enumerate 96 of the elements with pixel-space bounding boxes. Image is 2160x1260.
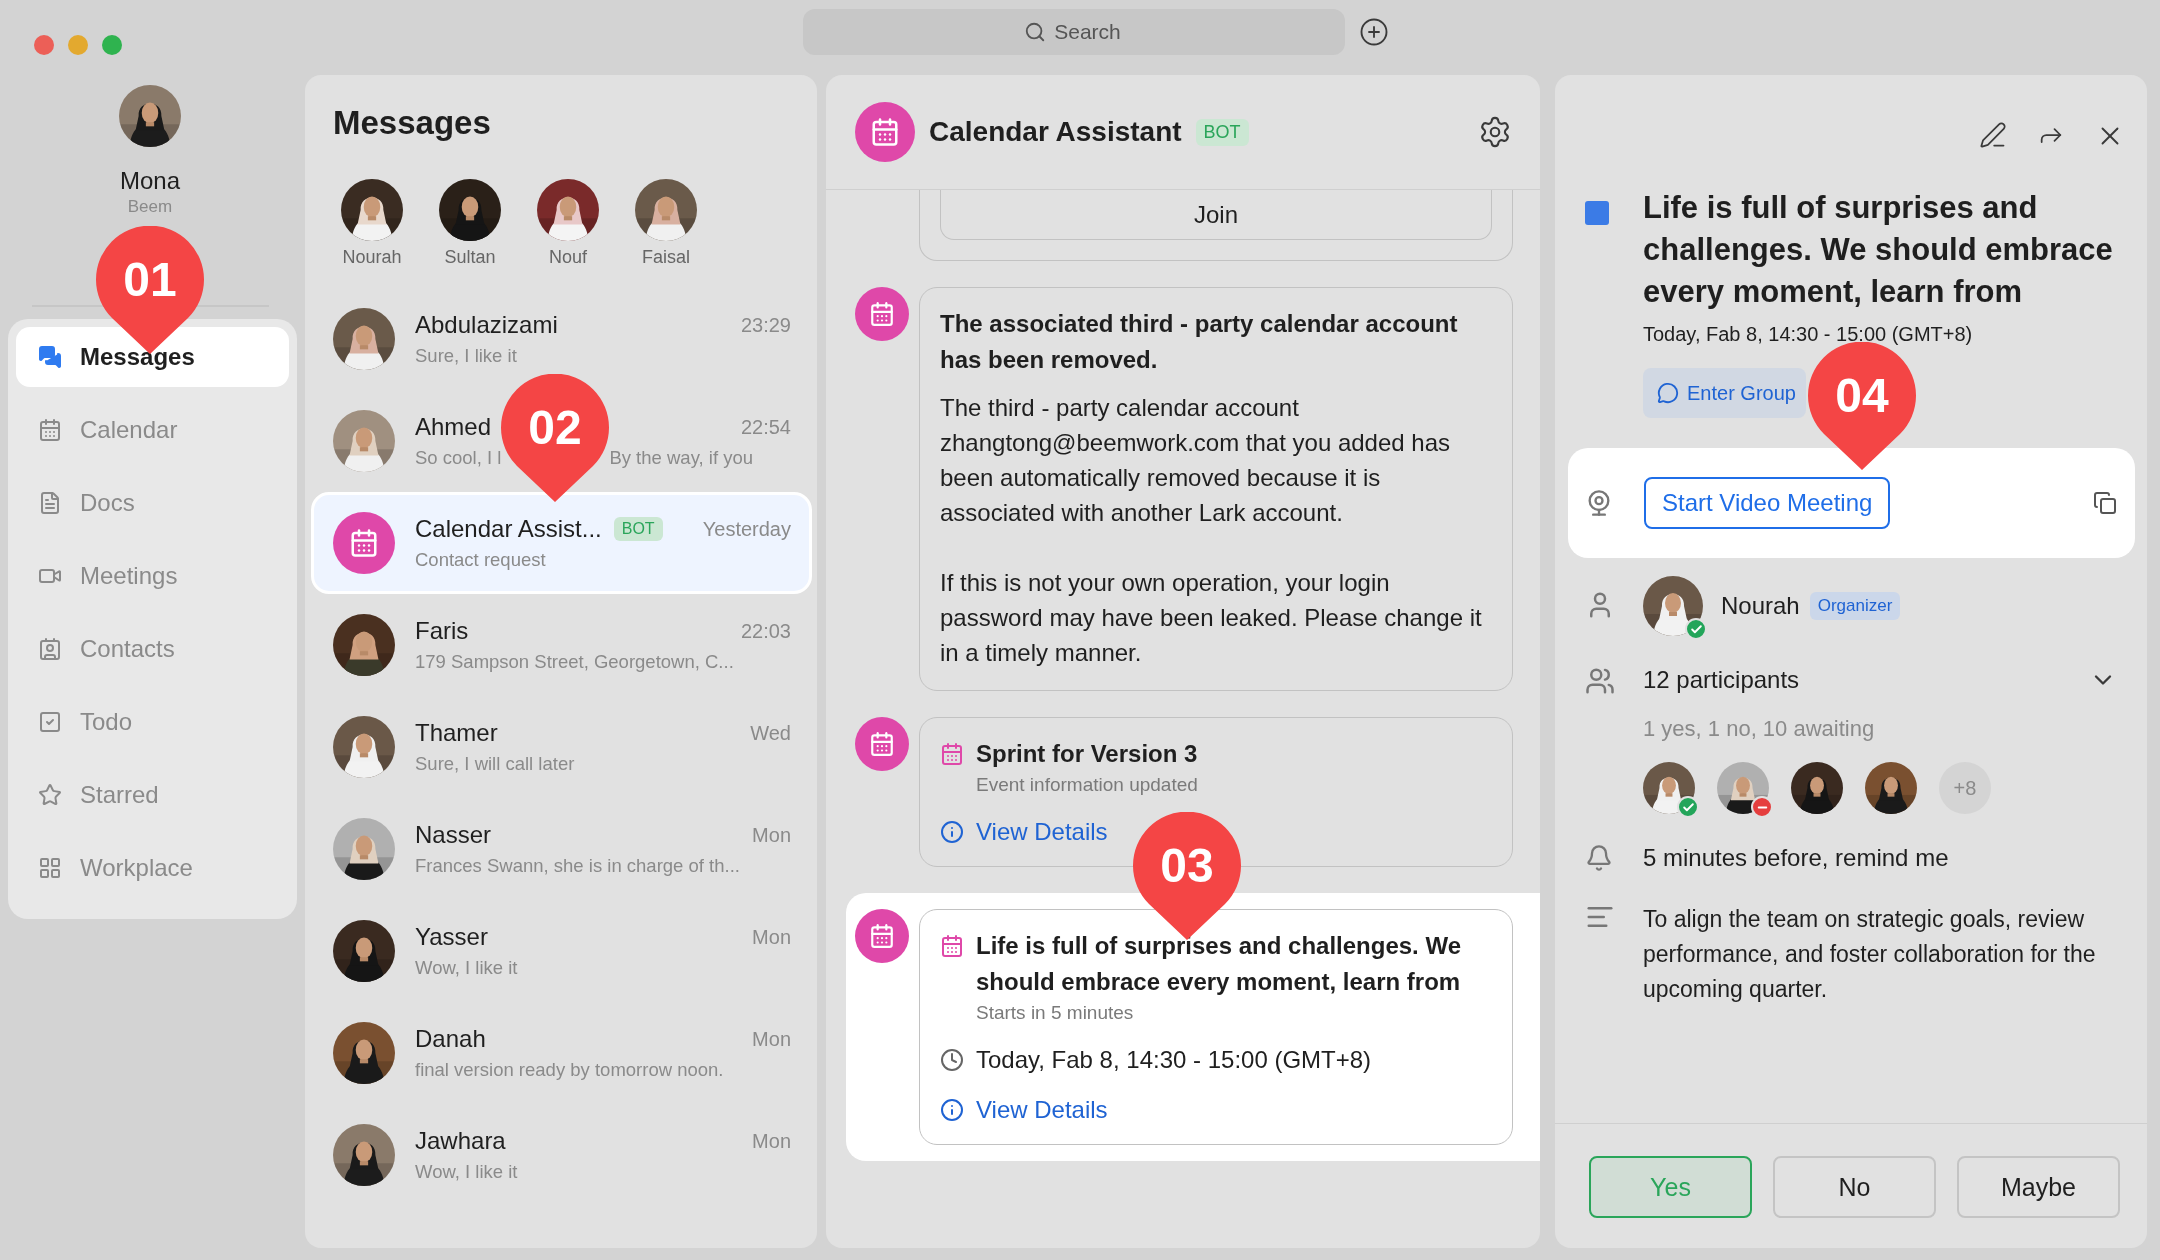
bell-icon	[1585, 844, 1613, 872]
message-preview: final version ready by tomorrow noon.	[415, 1059, 724, 1081]
contact-name: Abdulazizami	[415, 311, 558, 339]
callout-tooltip: 02	[501, 374, 609, 504]
join-button[interactable]: Join	[940, 190, 1492, 240]
contact-name: Thamer	[415, 719, 498, 747]
message-time: 23:29	[740, 313, 791, 337]
message-time: Mon	[752, 823, 791, 847]
event-status: Starts in 5 minutes	[976, 1002, 1135, 1024]
contact-name: Ahmed	[415, 413, 492, 441]
contact-icon	[38, 637, 62, 661]
search-icon	[1023, 20, 1046, 43]
document-icon	[38, 491, 62, 515]
event-title: Life is full of surprises and challenges. We should embrace every moment, learn from	[1643, 189, 2114, 311]
message-time: Yesterday	[702, 517, 791, 541]
contact-name: Nasser	[415, 821, 492, 849]
messages-icon	[38, 345, 62, 369]
message-time: 22:54	[740, 415, 791, 439]
message-preview: 179 Sampson Street, Georgetown, C...	[415, 651, 734, 673]
calendar-icon	[38, 418, 62, 442]
notice-text: If this is not your own operation, your login password may have been leaked. Please change it in a timely manner.	[940, 568, 1483, 668]
bot-badge: BOT	[1195, 118, 1249, 146]
message-preview: Frances Swann, she is in charge of th...	[415, 855, 740, 877]
nav-item[interactable]: Workplace	[16, 838, 289, 898]
message-preview: By the way, if you	[609, 447, 753, 469]
view-details-link[interactable]: View Details	[976, 1096, 1108, 1124]
message-time: Mon	[752, 1027, 791, 1051]
clock-icon	[940, 1048, 964, 1072]
info-icon	[940, 1098, 964, 1122]
nav-item[interactable]: Docs	[16, 473, 289, 533]
message-preview: Sure, I like it	[415, 345, 517, 367]
chat-bubble-icon	[1657, 382, 1679, 404]
checkbox-icon	[38, 710, 62, 734]
edit-icon[interactable]	[1979, 121, 2007, 149]
calendar-avatar-icon	[855, 287, 909, 341]
panel-title: Messages	[333, 105, 492, 141]
calendar-avatar-icon	[855, 717, 909, 771]
calendar-icon	[940, 742, 964, 766]
add-icon[interactable]	[1358, 16, 1389, 47]
grid-icon	[38, 856, 62, 880]
rsvp-button[interactable]: No	[1773, 1156, 1936, 1218]
enter-group-button[interactable]: Enter Group	[1643, 368, 1806, 418]
message-preview: Contact request	[415, 549, 546, 571]
profile-name: Mona	[119, 167, 180, 195]
event-description: To align the team on strategic goals, review performance, and foster collaboration for the upcoming quarter.	[1643, 905, 2097, 1004]
bot-badge: BOT	[613, 517, 663, 541]
contact-name: Calendar Assist...	[415, 515, 602, 543]
contact-name: Jawhara	[415, 1127, 506, 1155]
calendar-avatar-icon	[855, 102, 915, 162]
search-field[interactable]: Search	[802, 8, 1345, 55]
message-time: 22:03	[740, 619, 791, 643]
event-color-icon	[1585, 201, 1609, 225]
reminder-text: 5 minutes before, remind me	[1643, 844, 1950, 872]
profile-organization: Beem	[127, 197, 173, 217]
event-status: Event information updated	[976, 774, 1199, 796]
notice-title: The associated third - party calendar account has been removed.	[940, 309, 1459, 375]
organizer-name: Nourah	[1721, 592, 1800, 620]
conversation-item[interactable]: Calendar Assist... BOT Yesterday Contact request	[311, 492, 812, 594]
nav-item[interactable]: Meetings	[16, 546, 289, 606]
notice-text: The third - party calendar account zhangtong@beemwork.com that you added has been automatically removed because it is associated with another Lark account.	[940, 393, 1451, 528]
calendar-avatar-icon	[855, 909, 909, 963]
message-preview: So cool, I l	[415, 447, 502, 469]
message-time: Mon	[752, 925, 791, 949]
copy-icon[interactable]	[2093, 491, 2117, 515]
chat-title: Calendar Assistant	[929, 116, 1182, 148]
rsvp-button[interactable]: Maybe	[1957, 1156, 2120, 1218]
more-participants[interactable]: +8	[1939, 762, 1991, 814]
nav-item[interactable]: Todo	[16, 692, 289, 752]
message-time: Wed	[750, 721, 791, 745]
rsvp-summary: 1 yes, 1 no, 10 awaiting	[1643, 716, 1876, 742]
contact-name: Faris	[415, 617, 469, 645]
message-preview: Sure, I will call later	[415, 753, 575, 775]
participants-count: 12 participants	[1643, 666, 1800, 694]
contact-name: Yasser	[415, 923, 488, 951]
nav-item[interactable]: Starred	[16, 765, 289, 825]
pinned-contact[interactable]: Nourah	[323, 179, 421, 268]
message-preview: Wow, I like it	[415, 1161, 518, 1183]
settings-icon[interactable]	[1478, 115, 1512, 149]
message-preview: Wow, I like it	[415, 957, 518, 979]
start-video-meeting-button[interactable]: Start Video Meeting	[1644, 477, 1891, 529]
contact-name: Danah	[415, 1025, 486, 1053]
pinned-contact[interactable]: Faisal	[617, 179, 715, 268]
nav-item[interactable]: Calendar	[16, 400, 289, 460]
pinned-contact[interactable]: Nouf	[519, 179, 617, 268]
rsvp-button[interactable]: Yes	[1589, 1156, 1752, 1218]
calendar-icon	[940, 934, 964, 958]
people-icon	[1585, 666, 1615, 696]
info-icon	[940, 820, 964, 844]
pinned-contact[interactable]: Sultan	[421, 179, 519, 268]
message-time: Mon	[752, 1129, 791, 1153]
nav-item[interactable]: Contacts	[16, 619, 289, 679]
event-title: Sprint for Version 3	[976, 739, 1198, 769]
view-details-link[interactable]: View Details	[976, 818, 1108, 846]
star-icon	[38, 783, 62, 807]
event-time: Today, Fab 8, 14:30 - 15:00 (GMT+8)	[976, 1046, 1372, 1074]
organizer-badge: Organizer	[1809, 592, 1901, 620]
